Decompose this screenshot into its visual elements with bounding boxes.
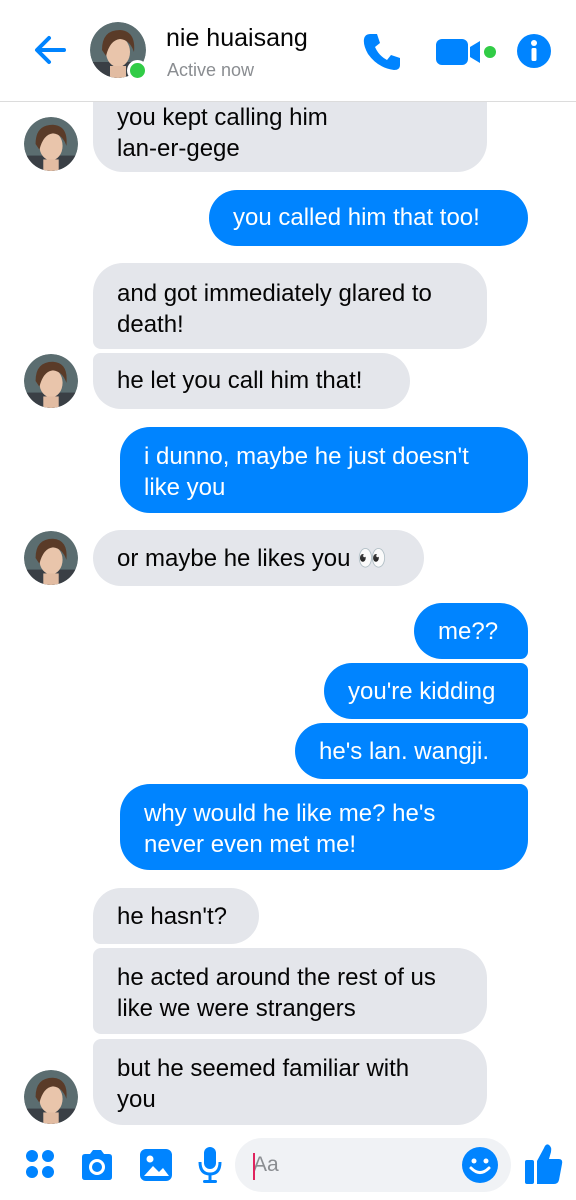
message-bubble-outgoing[interactable]: me?? <box>414 603 528 659</box>
avatar-image <box>24 117 78 171</box>
message-bubble-outgoing[interactable]: why would he like me? he's never even me… <box>120 784 528 870</box>
message-bubble-incoming[interactable]: he let you call him that! <box>93 353 410 409</box>
back-arrow-icon[interactable] <box>30 30 70 70</box>
sender-avatar[interactable] <box>24 1070 78 1124</box>
camera-icon[interactable] <box>79 1149 115 1186</box>
message-bubble-incoming[interactable]: he acted around the rest of us like we w… <box>93 948 487 1034</box>
sender-avatar[interactable] <box>24 117 78 171</box>
emoji-icon[interactable] <box>461 1146 499 1189</box>
avatar-image <box>24 354 78 408</box>
online-status-dot <box>127 60 148 81</box>
message-bubble-incoming[interactable]: he hasn't? <box>93 888 259 944</box>
video-camera-icon[interactable] <box>434 36 500 68</box>
message-bubble-incoming[interactable]: but he seemed familiar with you <box>93 1039 487 1125</box>
contact-name[interactable]: nie huaisang <box>166 24 308 53</box>
message-bubble-outgoing[interactable]: you called him that too! <box>209 190 528 246</box>
avatar-image <box>24 1070 78 1124</box>
message-bubble-incoming[interactable]: or maybe he likes you 👀 <box>93 530 424 586</box>
text-caret <box>253 1153 255 1180</box>
microphone-icon[interactable] <box>197 1146 223 1189</box>
sender-avatar[interactable] <box>24 354 78 408</box>
info-icon[interactable] <box>516 33 552 69</box>
message-bubble-outgoing[interactable]: i dunno, maybe he just doesn't like you <box>120 427 528 513</box>
avatar-image <box>24 531 78 585</box>
sender-avatar[interactable] <box>24 531 78 585</box>
phone-icon[interactable] <box>360 30 404 74</box>
chat-header: nie huaisang Active now <box>0 0 576 102</box>
message-bubble-incoming[interactable]: and got immediately glared to death! <box>93 263 487 349</box>
message-bubble-outgoing[interactable]: you're kidding <box>324 663 528 719</box>
apps-icon[interactable] <box>24 1148 56 1185</box>
gallery-icon[interactable] <box>139 1148 173 1187</box>
contact-avatar[interactable] <box>90 22 148 81</box>
message-bubble-outgoing[interactable]: he's lan. wangji. <box>295 723 528 779</box>
message-thread: you kept calling him lan-er-gege you cal… <box>0 0 576 1200</box>
contact-status: Active now <box>167 60 255 80</box>
thumbs-up-icon[interactable] <box>524 1142 564 1191</box>
